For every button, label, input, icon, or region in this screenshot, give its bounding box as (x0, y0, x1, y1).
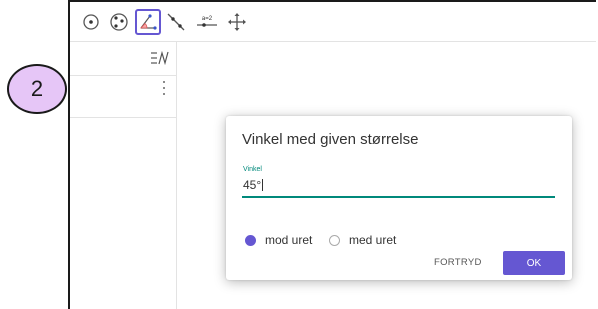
text-caret (262, 179, 264, 191)
ok-button[interactable]: OK (503, 251, 565, 275)
toolbar: a=2 (70, 2, 596, 42)
slider-tool[interactable]: a=2 (194, 9, 220, 35)
radio-counterclockwise-label: mod uret (265, 233, 313, 247)
radio-clockwise-label: med uret (349, 233, 397, 247)
line-through-points-icon (167, 13, 185, 31)
radio-selected-icon (245, 234, 256, 246)
dialog-title: Vinkel med given størrelse (242, 131, 419, 148)
circle-center-point-tool[interactable] (78, 9, 104, 35)
circle-through-points-icon (110, 13, 128, 31)
cancel-button[interactable]: FORTRYD (434, 257, 482, 268)
angle-field-label: Vinkel (243, 166, 262, 173)
angle-input-underline (242, 196, 555, 198)
algebra-header (70, 42, 176, 76)
angle-dialog: Vinkel med given størrelse Vinkel 45° mo… (226, 116, 572, 280)
circle-with-center-icon (83, 14, 99, 30)
radio-unselected-icon (329, 234, 340, 246)
slider-icon: a=2 (197, 16, 217, 27)
algebra-input-row[interactable] (70, 75, 176, 118)
algebra-menu-button[interactable] (150, 49, 170, 67)
algebra-menu-icon (151, 51, 169, 65)
angle-given-size-tool[interactable] (135, 9, 161, 35)
angle-input-value: 45° (243, 178, 262, 192)
radio-counterclockwise[interactable]: mod uret (245, 233, 312, 247)
move-arrows-icon (228, 13, 246, 31)
algebra-view (70, 42, 177, 309)
step-badge: 2 (7, 64, 67, 114)
line-tool[interactable] (163, 9, 189, 35)
radio-clockwise[interactable]: med uret (329, 233, 396, 247)
kebab-icon[interactable] (161, 81, 167, 95)
circle-through-points-tool[interactable] (106, 9, 132, 35)
angle-icon (140, 14, 157, 30)
move-graphics-tool[interactable] (224, 9, 250, 35)
angle-input[interactable]: 45° (243, 178, 264, 192)
svg-text:a=2: a=2 (202, 16, 213, 22)
